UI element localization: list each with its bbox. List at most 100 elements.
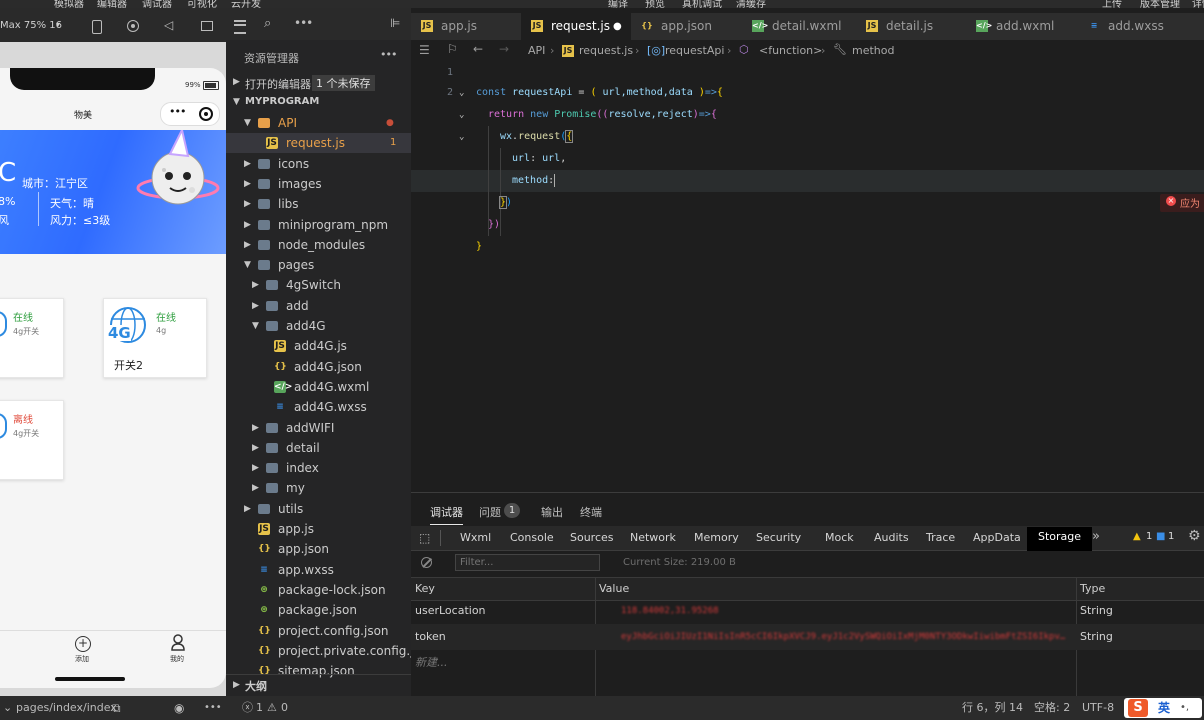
- tree-item[interactable]: ▶ 4gSwitch: [226, 275, 411, 295]
- list-icon[interactable]: ☰: [419, 43, 430, 57]
- tree-item[interactable]: ▶ images: [226, 174, 411, 194]
- warning-status-icon[interactable]: ⚠: [267, 696, 277, 720]
- fold-chevron-icon[interactable]: ⌄: [459, 82, 464, 104]
- tree-item[interactable]: ▶ icons: [226, 154, 411, 174]
- bookmark-icon[interactable]: ⚐: [447, 42, 458, 56]
- error-status-icon[interactable]: ⓧ: [242, 696, 253, 720]
- menu-upload[interactable]: 上传: [1102, 0, 1122, 8]
- back-arrow-icon[interactable]: ←: [473, 42, 483, 56]
- volume-icon[interactable]: ◁: [164, 18, 173, 32]
- menu-version[interactable]: 版本管理: [1140, 0, 1180, 8]
- breadcrumb-method[interactable]: method: [852, 44, 894, 57]
- device-card[interactable]: 离线 4g开关: [0, 400, 64, 480]
- breadcrumb-file[interactable]: request.js: [579, 44, 633, 57]
- status-page-path[interactable]: pages/index/index: [16, 696, 117, 720]
- more-tabs-icon[interactable]: »: [1092, 529, 1100, 544]
- breadcrumb-function[interactable]: <function>: [759, 44, 822, 57]
- add-tab-icon[interactable]: +: [75, 636, 91, 652]
- record-icon[interactable]: [127, 20, 139, 32]
- ime-language[interactable]: 英: [1158, 696, 1170, 720]
- table-row[interactable]: token eyJhbGciOiJIUzI1NiIsInR5cCI6IkpXVC…: [411, 624, 1204, 650]
- code-editor[interactable]: 1 2 ⌄ ⌄ ⌄ const requestApi = ( url,metho…: [411, 62, 1204, 492]
- panel-tab-output[interactable]: 输出: [541, 504, 563, 520]
- tree-item[interactable]: ▶ addWIFI: [226, 418, 411, 438]
- more-icon[interactable]: •••: [169, 105, 186, 118]
- devtools-tab-trace[interactable]: Trace: [926, 530, 955, 550]
- breadcrumb-symbol[interactable]: requestApi: [665, 44, 724, 57]
- editor-tab[interactable]: JS detail.js: [856, 13, 967, 40]
- more-icon[interactable]: •••: [204, 696, 222, 720]
- editor-tab[interactable]: ≡ add.wxss: [1078, 13, 1204, 40]
- line-col[interactable]: 行 6，列 14: [962, 696, 1023, 720]
- split-editor-icon[interactable]: ⊫: [390, 16, 400, 30]
- devtools-tab-audits[interactable]: Audits: [874, 530, 909, 550]
- device-card[interactable]: 4G 在线 4g 开关2: [103, 298, 207, 378]
- forward-arrow-icon[interactable]: →: [499, 42, 509, 56]
- devtools-tab-security[interactable]: Security: [756, 530, 801, 550]
- tree-item[interactable]: {} project.private.config.js...: [226, 641, 431, 661]
- tree-item[interactable]: ▼ API ●: [226, 113, 411, 133]
- tree-item[interactable]: ▶ libs: [226, 194, 411, 214]
- tree-item[interactable]: JS app.js: [226, 519, 411, 539]
- tree-item[interactable]: ▶ miniprogram_npm: [226, 215, 411, 235]
- fold-chevron-icon[interactable]: ⌄: [459, 126, 464, 148]
- tree-item[interactable]: ▶ utils: [226, 499, 411, 519]
- device-dropdown-icon[interactable]: ▾: [56, 20, 60, 29]
- menu-debugger[interactable]: 调试器: [142, 0, 172, 8]
- tree-item[interactable]: ⊛ package-lock.json: [226, 580, 411, 600]
- open-editors-header[interactable]: ▶ 打开的编辑器 1 个未保存: [226, 73, 411, 93]
- editor-tab[interactable]: </> detail.wxml: [742, 13, 857, 40]
- copy-icon[interactable]: ⧉: [112, 696, 121, 720]
- new-row[interactable]: 新建...: [415, 654, 448, 670]
- tree-item[interactable]: JS add4G.js: [226, 336, 411, 356]
- devtools-tab-memory[interactable]: Memory: [694, 530, 739, 550]
- table-row[interactable]: userLocation 118.84002,31.95268 String: [411, 598, 1204, 624]
- tree-item[interactable]: ⊛ package.json: [226, 600, 411, 620]
- files-icon[interactable]: [234, 20, 246, 34]
- close-capsule-icon[interactable]: [199, 107, 213, 121]
- col-key[interactable]: Key: [415, 582, 435, 595]
- devtools-tab-console[interactable]: Console: [510, 530, 554, 550]
- editor-tab[interactable]: JS request.js ●: [521, 13, 632, 40]
- clear-icon[interactable]: [421, 557, 432, 568]
- indent-spaces[interactable]: 空格: 2: [1034, 696, 1070, 720]
- status-arrow-icon[interactable]: ⌄: [3, 696, 12, 720]
- tab-mine-label[interactable]: 我的: [170, 654, 184, 664]
- device-select[interactable]: Max 75% 16: [0, 20, 62, 31]
- devtools-tab-mock[interactable]: Mock: [825, 530, 854, 550]
- tree-item[interactable]: {} app.json: [226, 539, 411, 559]
- menu-cloud[interactable]: 云开发: [231, 0, 261, 8]
- tree-item[interactable]: {} project.config.json: [226, 621, 411, 641]
- window-icon[interactable]: [201, 21, 213, 31]
- device-card[interactable]: 在线 4g开关: [0, 298, 64, 378]
- menu-details[interactable]: 详情: [1192, 0, 1204, 8]
- menu-simulator[interactable]: 模拟器: [54, 0, 84, 8]
- devtools-tab-storage[interactable]: Storage: [1027, 527, 1093, 551]
- tree-item[interactable]: ▶ detail: [226, 438, 411, 458]
- devtools-tab-appdata[interactable]: AppData: [973, 530, 1021, 550]
- menu-preview[interactable]: 预览: [645, 0, 665, 8]
- more-options-icon[interactable]: •••: [294, 16, 313, 30]
- devtools-tab-network[interactable]: Network: [630, 530, 676, 550]
- inspect-icon[interactable]: ⬚: [419, 531, 430, 545]
- devtools-tab-sources[interactable]: Sources: [570, 530, 614, 550]
- phone-icon[interactable]: [92, 20, 102, 34]
- menu-visual[interactable]: 可视化: [187, 0, 217, 8]
- warning-count-status[interactable]: 0: [281, 696, 288, 720]
- explorer-more-icon[interactable]: •••: [380, 48, 397, 61]
- menu-remote-debug[interactable]: 真机调试: [682, 0, 722, 8]
- unsaved-dot-icon[interactable]: ●: [613, 13, 622, 40]
- error-count[interactable]: 1: [256, 696, 263, 720]
- ime-punct-icon[interactable]: •,: [1180, 696, 1189, 720]
- tree-item[interactable]: ▼ pages: [226, 255, 411, 275]
- panel-tab-problems[interactable]: 问题: [479, 504, 501, 520]
- col-type[interactable]: Type: [1080, 582, 1105, 595]
- tree-item[interactable]: ▶ index: [226, 458, 411, 478]
- tree-item[interactable]: ▶ add: [226, 296, 411, 316]
- tree-item[interactable]: </> add4G.wxml: [226, 377, 411, 397]
- project-header[interactable]: ▼ MYPROGRAM: [226, 93, 411, 113]
- outline-header[interactable]: ▶ 大纲: [226, 674, 411, 695]
- tree-item[interactable]: ≡ add4G.wxss: [226, 397, 411, 417]
- tree-item[interactable]: ≡ app.wxss: [226, 560, 411, 580]
- search-icon[interactable]: ⌕: [264, 16, 271, 31]
